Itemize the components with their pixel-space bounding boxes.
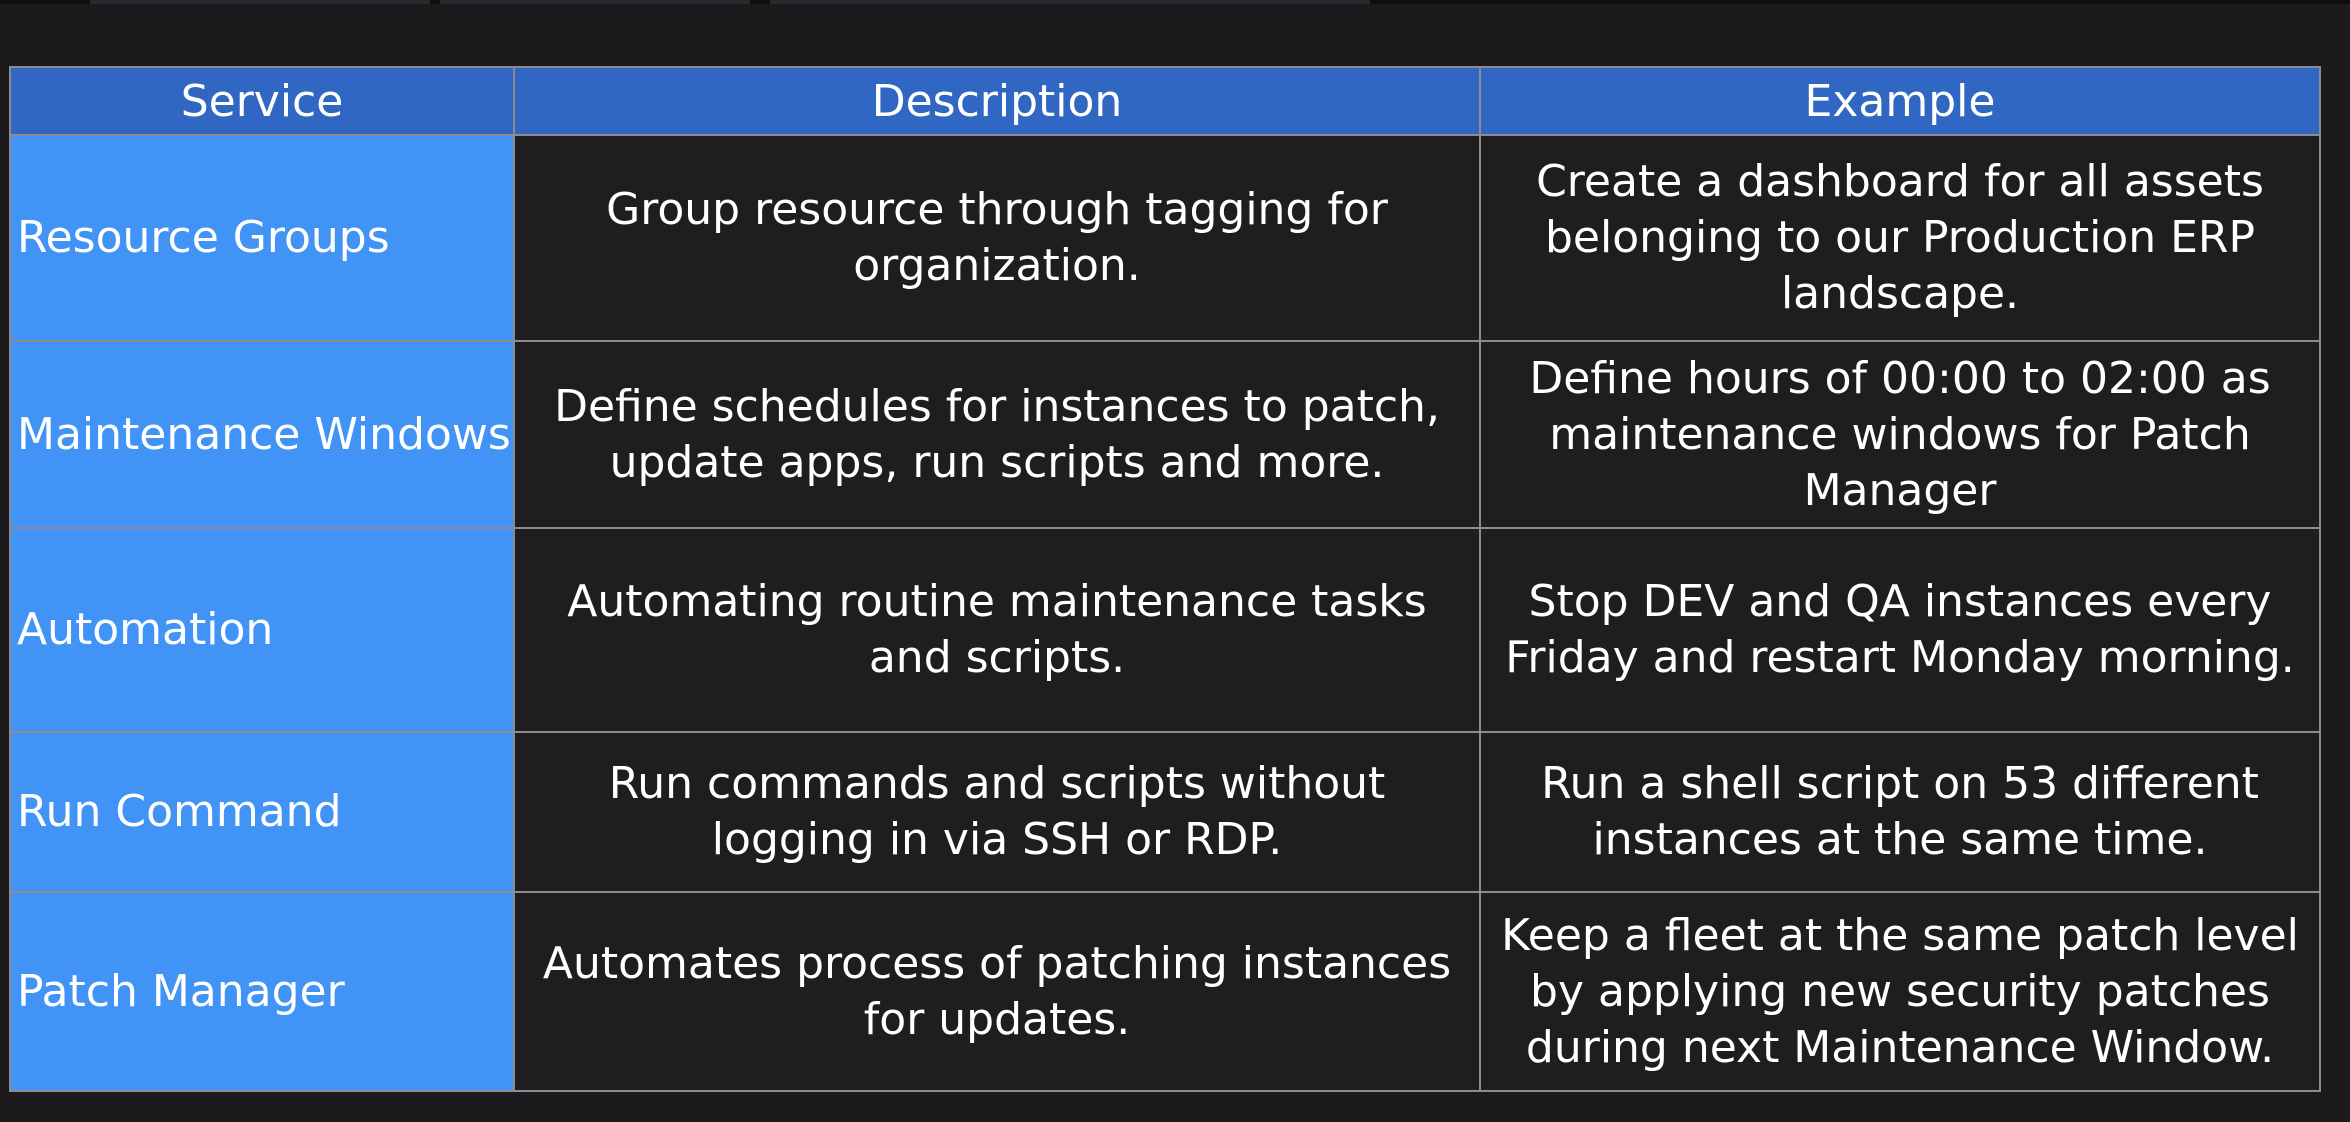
table-row: Resource Groups Group resource through t… (9, 134, 2321, 342)
top-edge-bar (0, 0, 2350, 4)
header-row: Service Description Example (9, 66, 2321, 136)
top-edge-segment (90, 0, 430, 4)
header-description: Description (513, 66, 1481, 136)
service-example: Create a dashboard for all assets belong… (1479, 134, 2321, 342)
service-description: Define schedules for instances to patch,… (513, 340, 1481, 529)
table-header: Service Description Example (9, 66, 2321, 136)
table-row: Automation Automating routine maintenanc… (9, 527, 2321, 733)
service-name: Resource Groups (9, 134, 515, 342)
service-name: Patch Manager (9, 891, 515, 1092)
service-name: Maintenance Windows (9, 340, 515, 529)
service-example: Keep a fleet at the same patch level by … (1479, 891, 2321, 1092)
service-example: Stop DEV and QA instances every Friday a… (1479, 527, 2321, 733)
services-table: Service Description Example Resource Gro… (9, 66, 2321, 1092)
header-example: Example (1479, 66, 2321, 136)
service-example: Define hours of 00:00 to 02:00 as mainte… (1479, 340, 2321, 529)
service-description: Run commands and scripts without logging… (513, 731, 1481, 893)
service-description: Automates process of patching instances … (513, 891, 1481, 1092)
table-row: Run Command Run commands and scripts wit… (9, 731, 2321, 893)
service-description: Automating routine maintenance tasks and… (513, 527, 1481, 733)
service-description: Group resource through tagging for organ… (513, 134, 1481, 342)
table-row: Maintenance Windows Define schedules for… (9, 340, 2321, 529)
service-name: Automation (9, 527, 515, 733)
header-service: Service (9, 66, 515, 136)
table-row: Patch Manager Automates process of patch… (9, 891, 2321, 1092)
service-name: Run Command (9, 731, 515, 893)
service-example: Run a shell script on 53 different insta… (1479, 731, 2321, 893)
table-body: Resource Groups Group resource through t… (9, 134, 2321, 1092)
top-edge-segment (440, 0, 750, 4)
top-edge-segment (770, 0, 1370, 4)
